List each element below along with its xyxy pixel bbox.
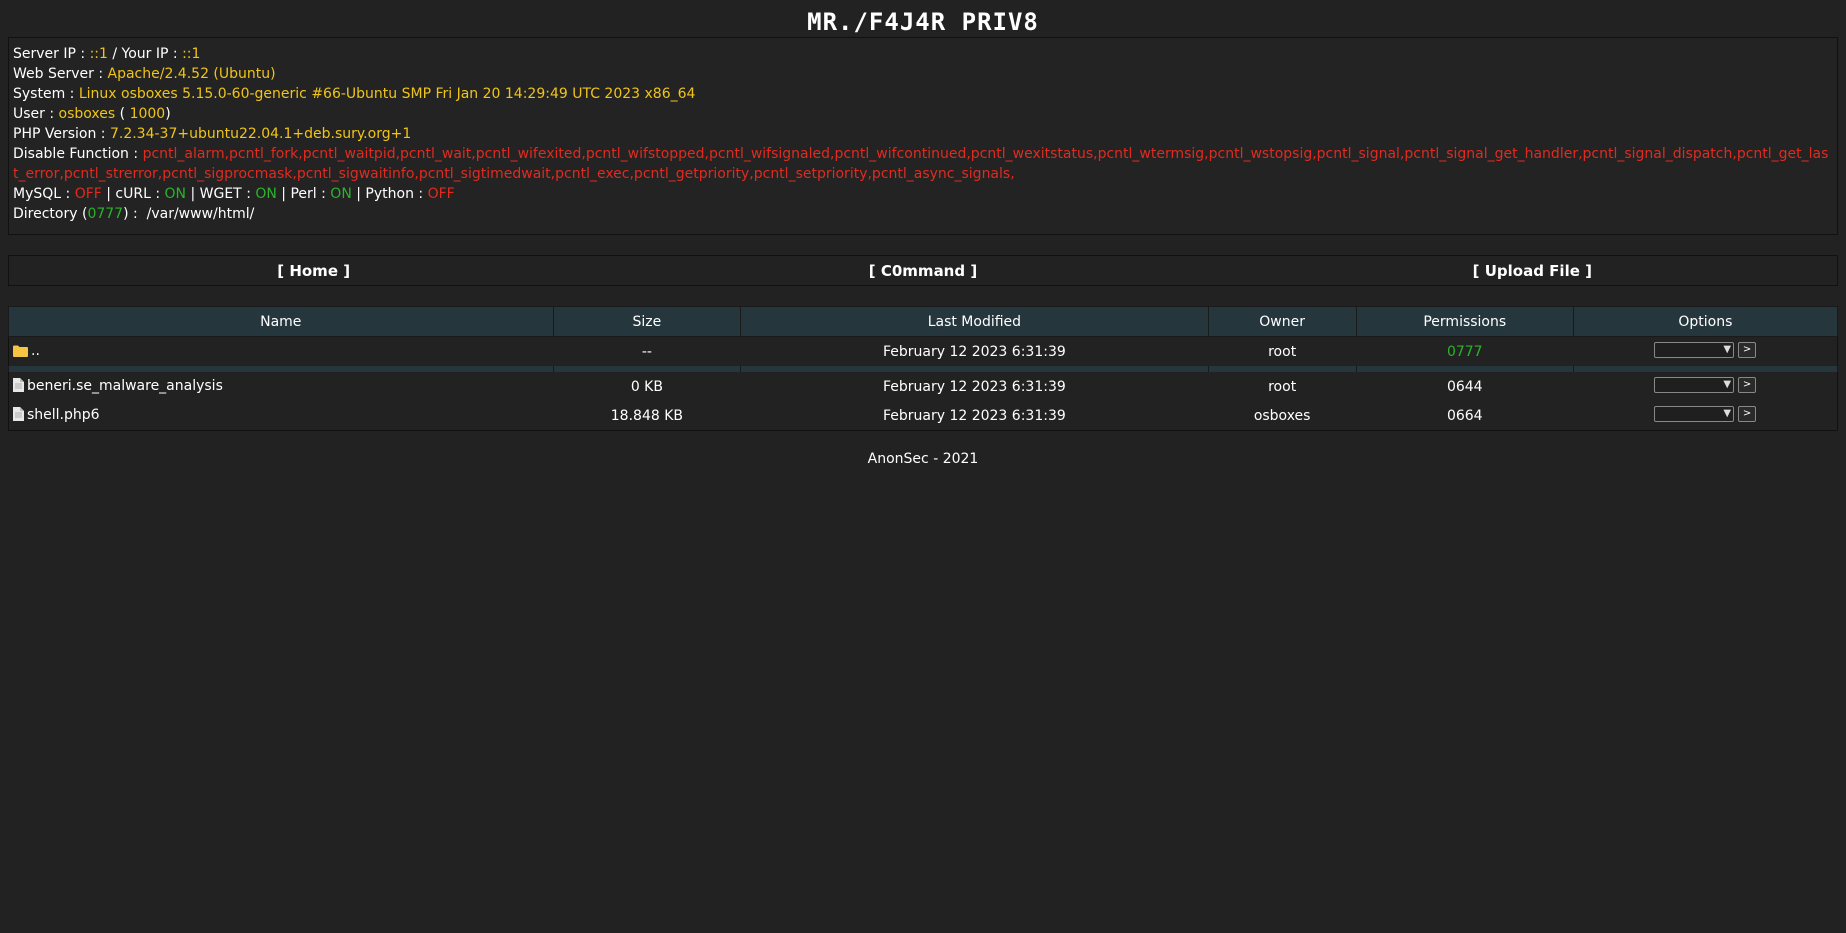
your-ip-value: ::1: [182, 46, 201, 62]
perl-status: ON: [330, 186, 352, 202]
php-label: PHP Version :: [13, 126, 110, 142]
command-link[interactable]: [ C0mmand ]: [618, 262, 1227, 280]
action-select[interactable]: ▼: [1654, 341, 1735, 358]
ip-line: Server IP : ::1 / Your IP : ::1: [13, 44, 1833, 64]
table-row: beneri.se_malware_analysis 0 KB February…: [9, 372, 1838, 401]
directory-label: Directory (: [13, 206, 88, 222]
table-row-parent: .. -- February 12 2023 6:31:39 root 0777…: [9, 337, 1838, 367]
file-name-link[interactable]: shell.php6: [27, 407, 100, 423]
user-value: osboxes: [58, 106, 116, 122]
folder-icon: [13, 345, 28, 361]
go-button[interactable]: >: [1738, 405, 1757, 422]
server-ip-label: Server IP :: [13, 46, 90, 62]
go-button[interactable]: >: [1738, 376, 1757, 393]
modified-cell: February 12 2023 6:31:39: [882, 343, 1066, 360]
uid-close: ): [165, 106, 171, 122]
permissions-cell: 0664: [1446, 407, 1483, 424]
server-info-panel: Server IP : ::1 / Your IP : ::1 Web Serv…: [8, 37, 1838, 235]
mysql-label: MySQL :: [13, 186, 75, 202]
file-icon: [13, 377, 24, 396]
system-value: Linux osboxes 5.15.0-60-generic #66-Ubun…: [78, 86, 696, 102]
size-cell: 0 KB: [630, 378, 663, 395]
column-header-owner: Owner: [1207, 306, 1357, 337]
your-ip-label: / Your IP :: [107, 46, 183, 62]
footer-text: AnonSec - 2021: [867, 451, 979, 467]
system-line: System : Linux osboxes 5.15.0-60-generic…: [13, 84, 1833, 104]
user-line: User : osboxes ( 1000): [13, 104, 1833, 124]
chevron-down-icon: ▼: [1723, 407, 1732, 419]
table-header-row: Name Size Last Modified Owner Permission…: [8, 306, 1839, 337]
upload-file-link[interactable]: [ Upload File ]: [1228, 262, 1837, 280]
curl-status: ON: [164, 186, 187, 202]
permissions-cell: 0644: [1446, 378, 1483, 395]
modified-cell: February 12 2023 6:31:39: [882, 378, 1066, 395]
size-cell: 18.848 KB: [610, 407, 683, 424]
parent-dir-cell: ..: [9, 337, 554, 367]
modified-cell: February 12 2023 6:31:39: [882, 407, 1066, 424]
disable-function-line: Disable Function : pcntl_alarm,pcntl_for…: [13, 144, 1833, 184]
wget-label: | WGET :: [186, 186, 256, 202]
file-name-cell: beneri.se_malware_analysis: [9, 372, 554, 401]
action-select[interactable]: ▼: [1654, 405, 1735, 422]
owner-cell: root: [1268, 378, 1297, 395]
uid-value: 1000: [129, 106, 166, 122]
column-header-modified: Last Modified: [740, 306, 1209, 337]
system-label: System :: [13, 86, 79, 102]
directory-path-link[interactable]: /var/www/html/: [147, 206, 255, 222]
options-cell: ▼ >: [1573, 401, 1837, 431]
chevron-down-icon: ▼: [1723, 343, 1732, 355]
webserver-value: Apache/2.4.52 (Ubuntu): [107, 66, 276, 82]
action-select[interactable]: ▼: [1654, 376, 1735, 393]
directory-separator: ) :: [123, 206, 147, 222]
table-row: shell.php6 18.848 KB February 12 2023 6:…: [9, 401, 1838, 431]
file-table: Name Size Last Modified Owner Permission…: [8, 306, 1839, 431]
column-header-size: Size: [552, 306, 742, 337]
main-nav: [ Home ] [ C0mmand ] [ Upload File ]: [8, 255, 1838, 286]
file-name-cell: shell.php6: [9, 401, 554, 431]
column-header-permissions: Permissions: [1355, 306, 1574, 337]
column-header-name: Name: [8, 306, 554, 337]
user-label: User :: [13, 106, 59, 122]
parent-dir-link[interactable]: ..: [31, 343, 40, 359]
home-link[interactable]: [ Home ]: [9, 262, 618, 280]
permissions-cell: 0777: [1446, 343, 1483, 360]
curl-label: | cURL :: [101, 186, 165, 202]
webserver-line: Web Server : Apache/2.4.52 (Ubuntu): [13, 64, 1833, 84]
size-cell: --: [641, 343, 652, 360]
owner-cell: root: [1268, 343, 1297, 360]
features-line: MySQL : OFF | cURL : ON | WGET : ON | Pe…: [13, 184, 1833, 204]
uid-open: (: [115, 106, 130, 122]
webserver-label: Web Server :: [13, 66, 108, 82]
python-label: | Python :: [351, 186, 428, 202]
file-name-link[interactable]: beneri.se_malware_analysis: [27, 378, 223, 394]
python-status: OFF: [427, 186, 455, 202]
directory-permission: 0777: [87, 206, 124, 222]
options-cell: ▼ >: [1573, 372, 1837, 401]
disable-function-value: pcntl_alarm,pcntl_fork,pcntl_waitpid,pcn…: [13, 146, 1829, 182]
perl-label: | Perl :: [276, 186, 331, 202]
php-value: 7.2.34-37+ubuntu22.04.1+deb.sury.org+1: [109, 126, 412, 142]
disable-function-label: Disable Function :: [13, 146, 143, 162]
page-title: MR./F4J4R PRIV8: [807, 8, 1039, 36]
file-icon: [13, 406, 24, 425]
options-cell: ▼ >: [1573, 337, 1837, 367]
server-ip-value: ::1: [89, 46, 108, 62]
directory-line: Directory (0777) : /var/www/html/: [13, 204, 1833, 224]
mysql-status: OFF: [74, 186, 102, 202]
owner-cell: osboxes: [1253, 407, 1311, 424]
chevron-down-icon: ▼: [1723, 378, 1732, 390]
wget-status: ON: [255, 186, 277, 202]
go-button[interactable]: >: [1738, 341, 1757, 358]
php-line: PHP Version : 7.2.34-37+ubuntu22.04.1+de…: [13, 124, 1833, 144]
column-header-options: Options: [1572, 306, 1839, 337]
